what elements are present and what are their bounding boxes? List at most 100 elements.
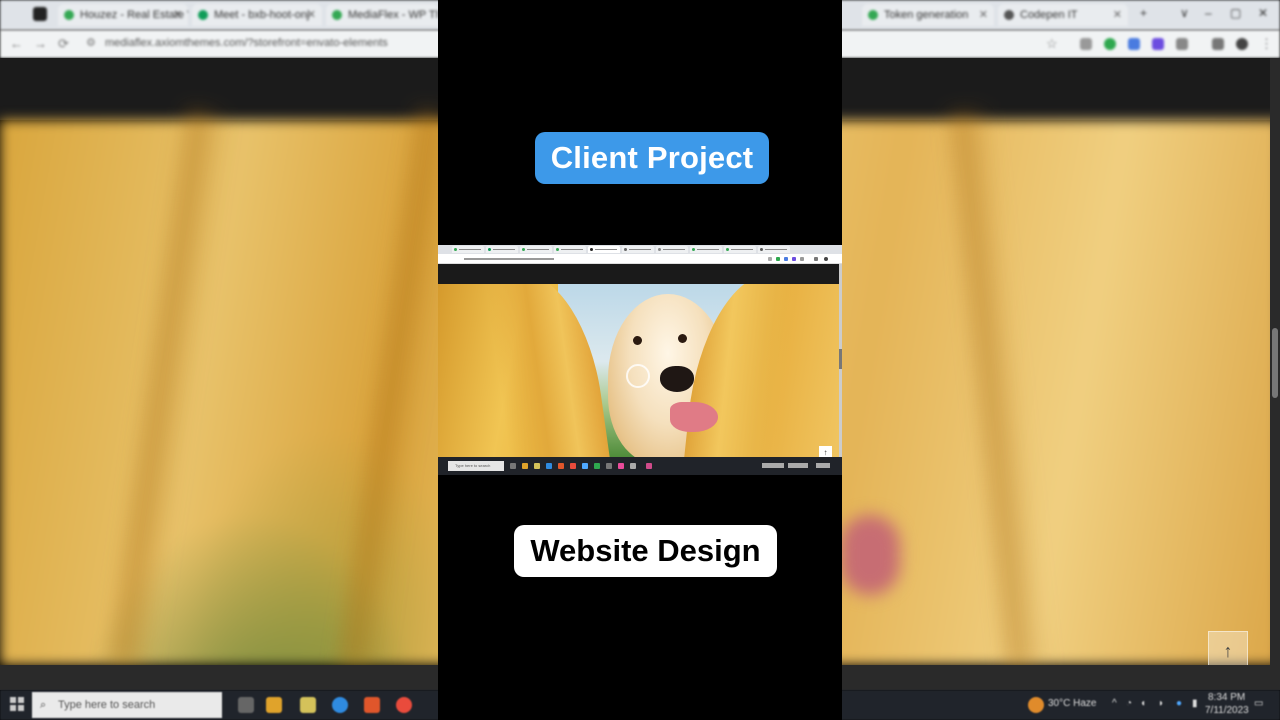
chrome-icon[interactable]: [396, 697, 412, 713]
task-view-icon[interactable]: [238, 697, 254, 713]
close-icon[interactable]: ✕: [307, 4, 316, 26]
mini-task-icon: [534, 463, 540, 469]
taskbar-search-input[interactable]: ⌕ Type here to search: [32, 692, 222, 718]
mini-tab: [724, 246, 756, 253]
mini-task-icon: [570, 463, 576, 469]
extension-icon[interactable]: [1080, 38, 1092, 50]
edge-icon[interactable]: [332, 697, 348, 713]
forward-icon[interactable]: →: [34, 36, 47, 51]
site-info-icon[interactable]: ⚙: [86, 36, 96, 49]
close-icon[interactable]: ✕: [979, 4, 988, 26]
mini-search-box: Type here to search: [448, 461, 504, 471]
maximize-icon[interactable]: ▢: [1230, 6, 1241, 20]
notification-icon[interactable]: ▭: [1254, 698, 1263, 709]
file-explorer-icon[interactable]: [266, 697, 282, 713]
browser-tab[interactable]: Token generation ✕: [862, 4, 994, 26]
video-column: Client Project ↑ Type here to search Web…: [438, 0, 842, 720]
mini-task-icon: [630, 463, 636, 469]
tab-label: Meet - bxb-hoot-onj: [214, 9, 310, 21]
mini-task-icon: [522, 463, 528, 469]
clock-date[interactable]: 7/11/2023: [1205, 705, 1249, 716]
weather-icon: [1028, 697, 1044, 713]
tab-favicon-icon: [64, 10, 74, 20]
mini-tab: [758, 246, 790, 253]
mini-tab: [520, 246, 552, 253]
microphone-icon[interactable]: ▮: [1192, 698, 1198, 709]
mini-extension-icon: [776, 257, 780, 261]
close-icon[interactable]: ✕: [1113, 4, 1122, 26]
mini-url: [464, 258, 554, 260]
mini-extension-icon: [784, 257, 788, 261]
close-window-icon[interactable]: ✕: [1258, 6, 1268, 20]
close-icon[interactable]: ✕: [173, 4, 182, 26]
mini-tab: [452, 246, 484, 253]
dog-nose: [660, 366, 694, 392]
avatar[interactable]: [1236, 38, 1248, 50]
extension-icon[interactable]: [1152, 38, 1164, 50]
kebab-menu-icon[interactable]: ⋮: [1260, 36, 1273, 52]
download-icon[interactable]: [1212, 38, 1224, 50]
mini-tab: [554, 246, 586, 253]
chevron-down-icon[interactable]: ∨: [1180, 6, 1189, 20]
extension-icon[interactable]: [1128, 38, 1140, 50]
mini-task-icon: [606, 463, 612, 469]
mini-download-icon: [814, 257, 818, 261]
mini-task-icon: [646, 463, 652, 469]
mini-tray: [788, 463, 808, 468]
browser-tab[interactable]: MediaFlex - WP Theme: [326, 4, 438, 26]
dog-eye: [633, 336, 642, 345]
mini-tab-bar: [438, 245, 842, 254]
extension-icon[interactable]: [1104, 38, 1116, 50]
browser-tab[interactable]: Houzez - Real Estate W... ✕: [58, 4, 188, 26]
mini-hero-image: ↑: [438, 284, 839, 457]
new-tab-icon[interactable]: +: [1140, 6, 1147, 20]
speaker-icon[interactable]: ◗: [1158, 698, 1164, 709]
back-icon[interactable]: ←: [10, 36, 23, 51]
network-icon[interactable]: ◔: [1126, 698, 1132, 709]
cursor-ring: [626, 364, 650, 388]
dog-eye: [678, 334, 687, 343]
clock-time[interactable]: 8:34 PM: [1208, 692, 1245, 703]
dog-tongue: [670, 402, 718, 432]
mini-task-icon: [582, 463, 588, 469]
app-icon[interactable]: [300, 697, 316, 713]
tab-favicon-icon: [868, 10, 878, 20]
mini-task-icon: [594, 463, 600, 469]
windows-start-icon[interactable]: [10, 697, 24, 711]
tab-label: Token generation: [884, 9, 969, 21]
app-tray-icon[interactable]: ●: [1176, 698, 1182, 709]
mini-scrollbar: [839, 264, 842, 457]
mini-avatar: [824, 257, 828, 261]
minimize-icon[interactable]: –: [1205, 6, 1212, 20]
mini-extension-icon: [768, 257, 772, 261]
tray-chevron-icon[interactable]: ^: [1112, 698, 1117, 709]
mini-address-bar: [438, 254, 842, 264]
app-icon[interactable]: [364, 697, 380, 713]
mini-clock: [816, 463, 830, 468]
reload-icon[interactable]: ⟳: [58, 36, 69, 52]
mini-scroll-top-icon: ↑: [819, 446, 832, 457]
mini-task-icon: [558, 463, 564, 469]
bookmark-star-icon[interactable]: ☆: [1046, 36, 1058, 52]
browser-tab[interactable]: Codepen IT ✕: [998, 4, 1128, 26]
mini-taskbar: Type here to search: [438, 457, 842, 475]
page-scrollbar[interactable]: [1270, 58, 1280, 665]
mini-task-icon: [546, 463, 552, 469]
weather-text[interactable]: 30°C Haze: [1048, 698, 1096, 709]
extensions-puzzle-icon[interactable]: [1176, 38, 1188, 50]
volume-icon[interactable]: ◖: [1140, 698, 1146, 709]
magnifier-icon: ⌕: [40, 699, 47, 711]
mini-task-icon: [510, 463, 516, 469]
tab-favicon-icon: [198, 10, 208, 20]
mini-tab: [622, 246, 654, 253]
tab-label: Codepen IT: [1020, 9, 1078, 21]
mini-tab: [690, 246, 722, 253]
mini-task-icon: [618, 463, 624, 469]
dog-tongue: [840, 515, 900, 595]
browser-tab[interactable]: Meet - bxb-hoot-onj ✕: [192, 4, 322, 26]
url-field[interactable]: mediaflex.axiomthemes.com/?storefront=en…: [105, 37, 388, 49]
search-placeholder: Type here to search: [58, 699, 156, 711]
scrollbar-thumb[interactable]: [1272, 328, 1278, 398]
tab-favicon-icon: [1004, 10, 1014, 20]
mini-site-header: [438, 264, 842, 284]
